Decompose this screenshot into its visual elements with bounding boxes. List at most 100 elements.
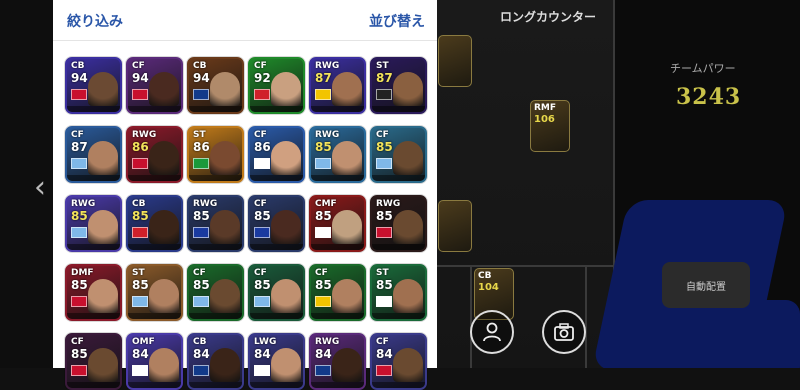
auto-assign-button[interactable]: 自動配置 [662,262,750,308]
rating-value: 85 [315,140,332,154]
card-footer [128,244,181,250]
formation-title: ロングカウンター [500,10,597,24]
player-portrait [210,141,240,175]
player-card[interactable]: CF 85 [370,126,427,183]
player-card[interactable]: CB 85 [126,195,183,252]
card-footer [250,106,303,112]
player-card[interactable]: CF 85 [248,264,305,321]
player-card[interactable]: RWG 85 [370,195,427,252]
player-portrait [149,279,179,313]
card-footer [67,313,120,319]
rating-value: 87 [315,71,332,85]
player-card[interactable]: CF 92 [248,57,305,114]
position-label: ST [376,268,389,278]
player-card[interactable]: RWG 85 [187,195,244,252]
rating-value: 84 [315,347,332,361]
rating-value: 85 [132,209,149,223]
card-footer [128,175,181,181]
formation-player-card[interactable] [438,200,472,252]
position-label: OMF [132,337,155,347]
player-card[interactable]: RWG 87 [309,57,366,114]
position-label: DMF [71,268,94,278]
rating-value: 85 [254,209,271,223]
player-card[interactable]: RWG 85 [65,195,122,252]
rating-value: 85 [254,278,271,292]
pitch-line [585,265,587,368]
nation-flag-icon [71,227,87,238]
player-card[interactable]: CF 86 [248,126,305,183]
position-label: CF [376,337,389,347]
nation-flag-icon [71,158,87,169]
player-portrait [149,72,179,106]
sort-button[interactable]: 並び替え [369,11,425,31]
rating-value: 87 [71,140,88,154]
filter-button[interactable]: 絞り込み [67,11,123,31]
nation-flag-icon [376,365,392,376]
player-card[interactable]: ST 85 [370,264,427,321]
rating-value: 85 [376,209,393,223]
card-footer [311,313,364,319]
nation-flag-icon [315,296,331,307]
player-portrait [332,279,362,313]
player-card[interactable]: ST 86 [187,126,244,183]
player-card[interactable]: OMF 84 [126,333,183,390]
rating-value: 104 [478,282,499,293]
player-card[interactable]: CF 85 [187,264,244,321]
player-profile-button[interactable] [470,310,514,354]
card-footer [250,313,303,319]
chevron-left-icon[interactable]: ‹ [34,170,46,205]
player-card[interactable]: CF 85 [309,264,366,321]
player-card[interactable]: ST 85 [126,264,183,321]
formation-player-card[interactable]: RMF 106 [530,100,570,152]
card-footer [372,244,425,250]
player-card[interactable]: CF 85 [248,195,305,252]
position-label: CF [376,130,389,140]
nation-flag-icon [315,89,331,100]
formation-player-card[interactable] [438,35,472,87]
nation-flag-icon [254,227,270,238]
player-card[interactable]: RWG 86 [126,126,183,183]
decorative-shape [700,300,800,368]
rating-value: 85 [132,278,149,292]
card-footer [189,175,242,181]
position-label: CF [254,199,267,209]
player-portrait [393,210,423,244]
player-portrait [271,72,301,106]
rating-value: 86 [132,140,149,154]
player-card[interactable]: CF 87 [65,126,122,183]
player-card[interactable]: CF 94 [126,57,183,114]
nation-flag-icon [193,365,209,376]
rating-value: 85 [71,278,88,292]
player-card[interactable]: CMF 85 [309,195,366,252]
rating-value: 85 [315,278,332,292]
player-card[interactable]: RWG 84 [309,333,366,390]
card-footer [67,106,120,112]
player-card[interactable]: CF 85 [65,333,122,390]
screenshot-button[interactable] [542,310,586,354]
player-card[interactable]: CB 84 [187,333,244,390]
position-label: CF [132,61,145,71]
player-portrait [332,210,362,244]
player-card[interactable]: LWG 84 [248,333,305,390]
rating-value: 85 [71,209,88,223]
player-card[interactable]: CF 84 [370,333,427,390]
player-portrait [88,279,118,313]
rating-value: 106 [534,114,555,125]
player-card[interactable]: DMF 85 [65,264,122,321]
card-footer [372,175,425,181]
nation-flag-icon [376,158,392,169]
position-label: CB [71,61,85,71]
player-card[interactable]: CB 94 [187,57,244,114]
player-card[interactable]: ST 87 [370,57,427,114]
rating-value: 86 [193,140,210,154]
player-card[interactable]: RWG 85 [309,126,366,183]
nation-flag-icon [132,296,148,307]
player-portrait [393,279,423,313]
rating-value: 84 [193,347,210,361]
person-icon [483,322,501,342]
card-footer [372,313,425,319]
rating-value: 94 [132,71,149,85]
card-footer [372,382,425,388]
player-card[interactable]: CB 94 [65,57,122,114]
rating-value: 85 [376,278,393,292]
